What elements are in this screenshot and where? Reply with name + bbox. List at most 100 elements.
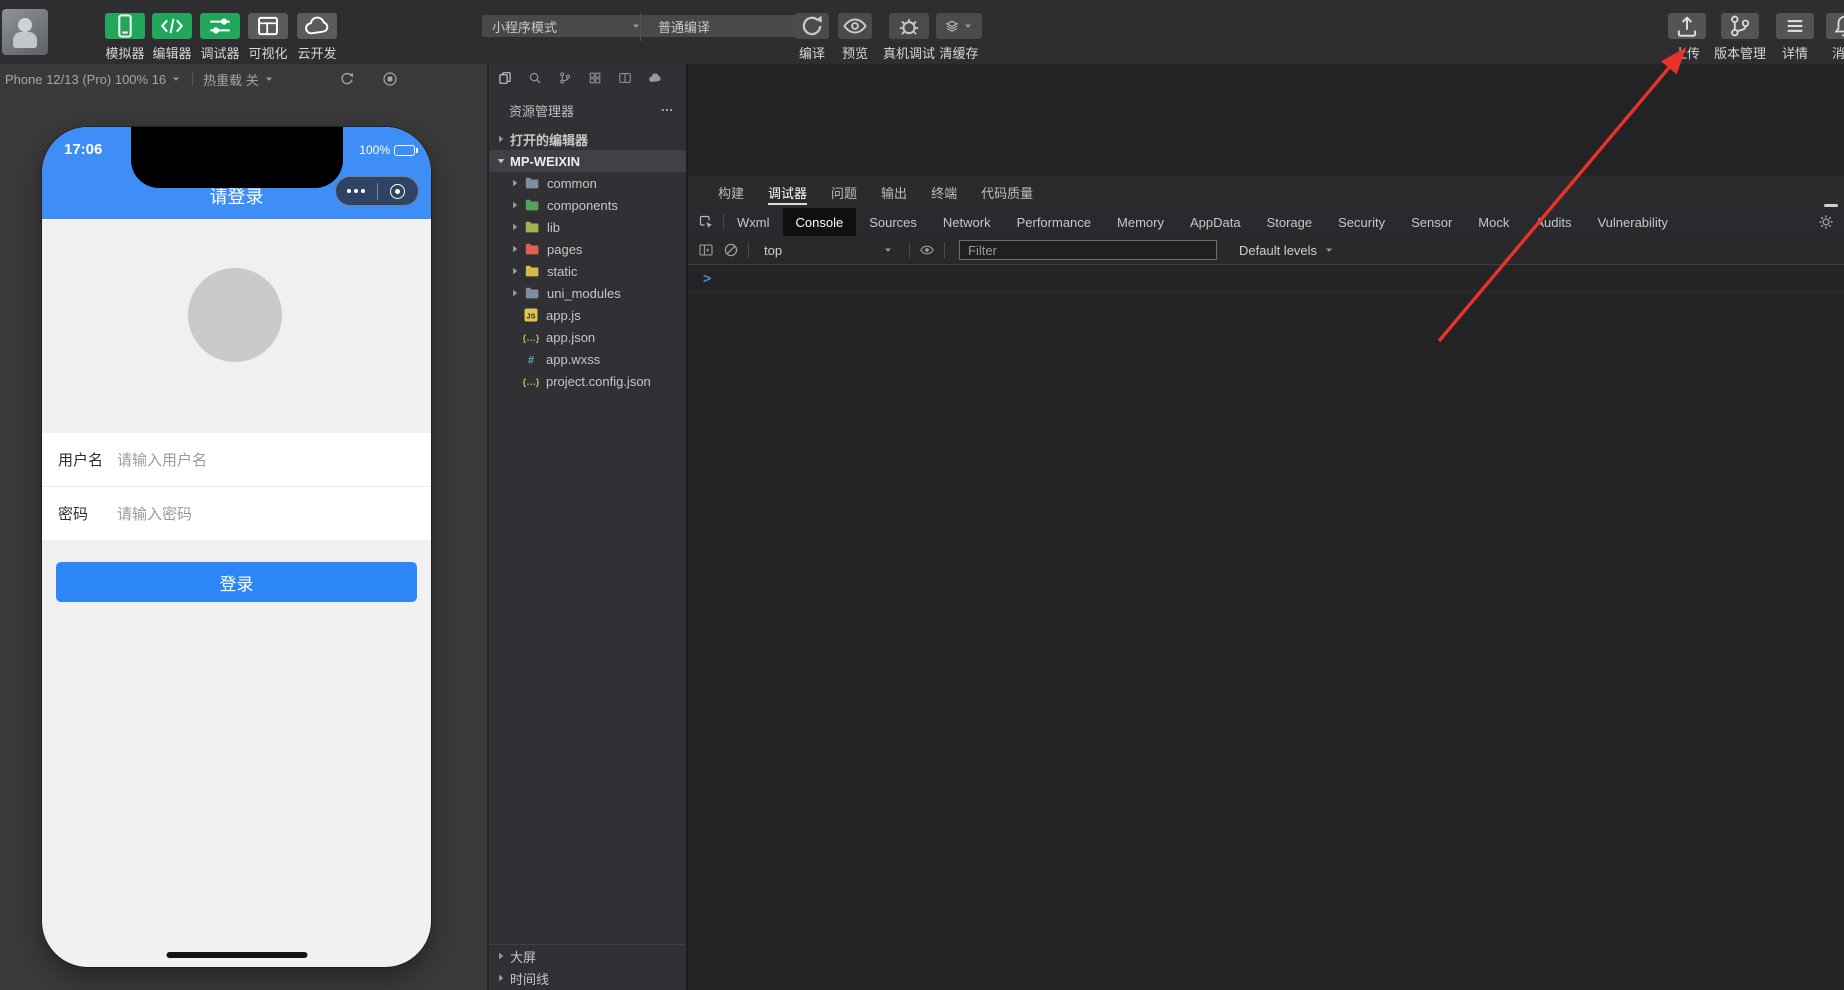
tab-audits[interactable]: Audits — [1522, 208, 1584, 236]
create-live-expression-icon[interactable] — [919, 242, 935, 258]
console-filter-input[interactable] — [959, 240, 1217, 260]
login-button[interactable]: 登录 — [56, 562, 417, 602]
version-control-button[interactable]: 版本管理 — [1714, 13, 1766, 62]
tab-scrollbar-thumb[interactable] — [1824, 204, 1838, 207]
upload-button[interactable]: 上传 — [1668, 13, 1706, 62]
debugger-button[interactable]: 调试器 — [200, 13, 240, 62]
caret-down-icon — [962, 20, 974, 32]
tab-wxml[interactable]: Wxml — [724, 208, 783, 236]
tab-sensor[interactable]: Sensor — [1398, 208, 1465, 236]
more-icon[interactable] — [660, 103, 674, 117]
devtools-tabs: Wxml Console Sources Network Performance… — [688, 208, 1844, 236]
git-branch-icon[interactable] — [558, 71, 572, 85]
tab-memory[interactable]: Memory — [1104, 208, 1177, 236]
chevron-right-icon — [509, 199, 521, 211]
battery-icon — [394, 144, 418, 156]
exit-icon[interactable] — [378, 183, 419, 199]
simulator-button[interactable]: 模拟器 — [105, 13, 145, 62]
devtools-settings-gear-icon[interactable] — [1818, 214, 1834, 230]
capsule-menu[interactable] — [335, 176, 419, 206]
execution-context-dropdown[interactable]: top — [758, 241, 900, 260]
tab-performance[interactable]: Performance — [1004, 208, 1104, 236]
section-open-editors[interactable]: 打开的编辑器 — [489, 128, 686, 150]
record-icon[interactable] — [382, 71, 398, 87]
messages-button-clipped[interactable]: 消 — [1826, 13, 1844, 62]
visualization-button[interactable]: 可视化 — [248, 13, 288, 62]
tab-console[interactable]: Console — [782, 208, 857, 236]
svg-text:{…}: {…} — [523, 377, 539, 388]
section-project-root[interactable]: MP-WEIXIN — [489, 150, 686, 172]
console-prompt-row[interactable]: > — [688, 265, 1844, 292]
tab-code-quality[interactable]: 代码质量 — [981, 176, 1033, 208]
chevron-right-icon — [509, 287, 521, 299]
tree-item-file[interactable]: {…} project.config.json — [489, 370, 686, 392]
tree-item-file[interactable]: # app.wxss — [489, 348, 686, 370]
tab-build[interactable]: 构建 — [718, 176, 744, 208]
tab-problems[interactable]: 问题 — [831, 176, 857, 208]
log-levels-dropdown[interactable]: Default levels — [1239, 243, 1335, 258]
tab-sources[interactable]: Sources — [856, 208, 930, 236]
folder-icon — [524, 197, 540, 213]
tab-vulnerability[interactable]: Vulnerability — [1584, 208, 1680, 236]
console-sidebar-toggle-icon[interactable] — [698, 242, 714, 258]
search-icon[interactable] — [528, 71, 542, 85]
files-icon[interactable] — [498, 71, 512, 85]
username-field[interactable]: 用户名 请输入用户名 — [42, 433, 431, 486]
git-branch-icon — [1721, 13, 1759, 39]
tree-item-folder[interactable]: static — [489, 260, 686, 282]
tree-item-folder[interactable]: lib — [489, 216, 686, 238]
more-icon[interactable] — [336, 189, 377, 193]
inspect-element-icon[interactable] — [698, 214, 714, 230]
compile-mode-dropdown[interactable]: 普通编译 — [648, 15, 816, 37]
details-button[interactable]: 详情 — [1776, 13, 1814, 62]
tree-item-folder[interactable]: common — [489, 172, 686, 194]
editor-button[interactable]: 编辑器 — [152, 13, 192, 62]
js-icon: JS — [523, 307, 539, 323]
tree-item-folder[interactable]: components — [489, 194, 686, 216]
tab-mock[interactable]: Mock — [1465, 208, 1522, 236]
clear-console-icon[interactable] — [723, 242, 739, 258]
console-log-area[interactable] — [688, 291, 1844, 990]
password-field[interactable]: 密码 请输入密码 — [42, 486, 431, 540]
tab-storage[interactable]: Storage — [1254, 208, 1326, 236]
tree-item-file[interactable]: {…} app.json — [489, 326, 686, 348]
grid-icon[interactable] — [588, 71, 602, 85]
code-icon — [152, 13, 192, 39]
tree-item-folder[interactable]: pages — [489, 238, 686, 260]
tree-item-file[interactable]: JS app.js — [489, 304, 686, 326]
menu-icon — [1776, 13, 1814, 39]
phone-notch — [130, 127, 343, 188]
cloud-filled-icon[interactable] — [648, 71, 662, 85]
preview-button[interactable]: 预览 — [838, 13, 872, 62]
divider — [748, 242, 749, 258]
tab-output[interactable]: 输出 — [881, 176, 907, 208]
chevron-right-icon — [509, 221, 521, 233]
chevron-down-icon — [495, 155, 507, 167]
section-timeline[interactable]: 时间线 — [489, 967, 686, 989]
rotate-icon[interactable] — [339, 71, 355, 87]
clear-cache-button[interactable]: 清缓存 — [936, 13, 982, 62]
tree-item-folder[interactable]: uni_modules — [489, 282, 686, 304]
tab-debugger[interactable]: 调试器 — [768, 176, 808, 208]
remote-debug-button[interactable]: 真机调试 — [883, 13, 935, 62]
device-selector[interactable]: Phone 12/13 (Pro) 100% 16 — [5, 72, 182, 87]
chevron-right-icon — [495, 950, 507, 962]
tab-security[interactable]: Security — [1325, 208, 1398, 236]
tab-network[interactable]: Network — [930, 208, 1004, 236]
folder-icon — [524, 285, 540, 301]
phone-frame: 17:06 100% 请登录 用户名 请输入用户名 密码 请输入密码 登录 — [42, 127, 431, 967]
section-big-screen[interactable]: 大屏 — [489, 945, 686, 967]
tab-terminal[interactable]: 终端 — [931, 176, 957, 208]
app-logo — [2, 9, 48, 55]
refresh-icon — [795, 13, 829, 39]
mode-dropdown[interactable]: 小程序模式 — [482, 15, 650, 37]
debugger-primary-tabs: 构建 调试器 问题 输出 终端 代码质量 — [688, 176, 1844, 208]
tab-appdata[interactable]: AppData — [1177, 208, 1254, 236]
wechat-devtools-window: { "titlebar": { "nav_buttons": [ {"label… — [0, 0, 1844, 990]
split-icon[interactable] — [618, 71, 632, 85]
bell-icon — [1826, 13, 1844, 39]
upload-icon — [1668, 13, 1706, 39]
compile-button[interactable]: 编译 — [795, 13, 829, 62]
cloud-dev-button[interactable]: 云开发 — [297, 13, 337, 62]
hot-reload-selector[interactable]: 热重载 关 — [203, 70, 275, 89]
